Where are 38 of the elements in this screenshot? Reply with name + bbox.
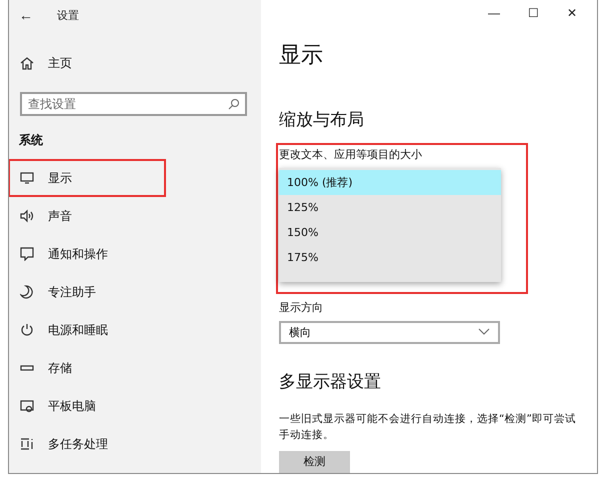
nav-item[interactable]: 存储 [9,349,166,387]
tablet-icon [20,399,34,413]
section-heading: 多显示器设置 [279,370,382,393]
orientation-select[interactable]: 横向 [279,320,500,344]
search-icon [228,98,240,110]
nav-item[interactable]: 多任务处理 [9,425,166,463]
window-title: 设置 [57,8,79,22]
nav-item[interactable]: 平板电脑 [9,387,166,425]
moon-icon [20,285,34,299]
chevron-icon [478,328,490,336]
description-text: 一些旧式显示器可能不会进行自动连接，选择“检测”即可尝试手动连接。 [279,412,577,443]
dropdown-option[interactable]: 150% [279,220,501,245]
nav-item[interactable]: 电源和睡眠 [9,311,166,349]
page-title: 显示 [279,42,324,70]
dropdown-option[interactable]: 100% (推荐) [279,170,501,195]
dropdown-option[interactable]: 125% [279,194,501,220]
home-icon [20,56,34,70]
maximize-button[interactable]: ☐ [524,6,543,20]
field-label: 显示方向 [279,300,324,315]
nav-item[interactable]: 显示 [9,159,166,197]
monitor-icon [20,171,34,185]
field-label: 更改文本、应用等项目的大小 [279,146,423,162]
detect-button[interactable]: 检测 [279,450,350,473]
speaker-icon [20,209,34,223]
message-icon [20,247,34,261]
close-button[interactable]: ✕ [563,6,581,20]
multitask-icon [20,437,34,451]
home-link[interactable]: 主页 [48,54,72,72]
section-heading: 缩放与布局 [279,108,365,131]
search-field[interactable]: 查找设置 [20,92,247,116]
nav-item[interactable]: 通知和操作 [9,235,166,273]
power-icon [20,323,34,337]
section-label: 系统 [19,132,44,149]
minimize-button[interactable]: — [484,6,504,20]
nav-item[interactable]: 专注助手 [9,273,166,311]
dropdown-option[interactable]: 175% [279,244,501,270]
back-button[interactable]: ← [19,7,33,23]
nav-item[interactable]: 声音 [9,197,166,235]
